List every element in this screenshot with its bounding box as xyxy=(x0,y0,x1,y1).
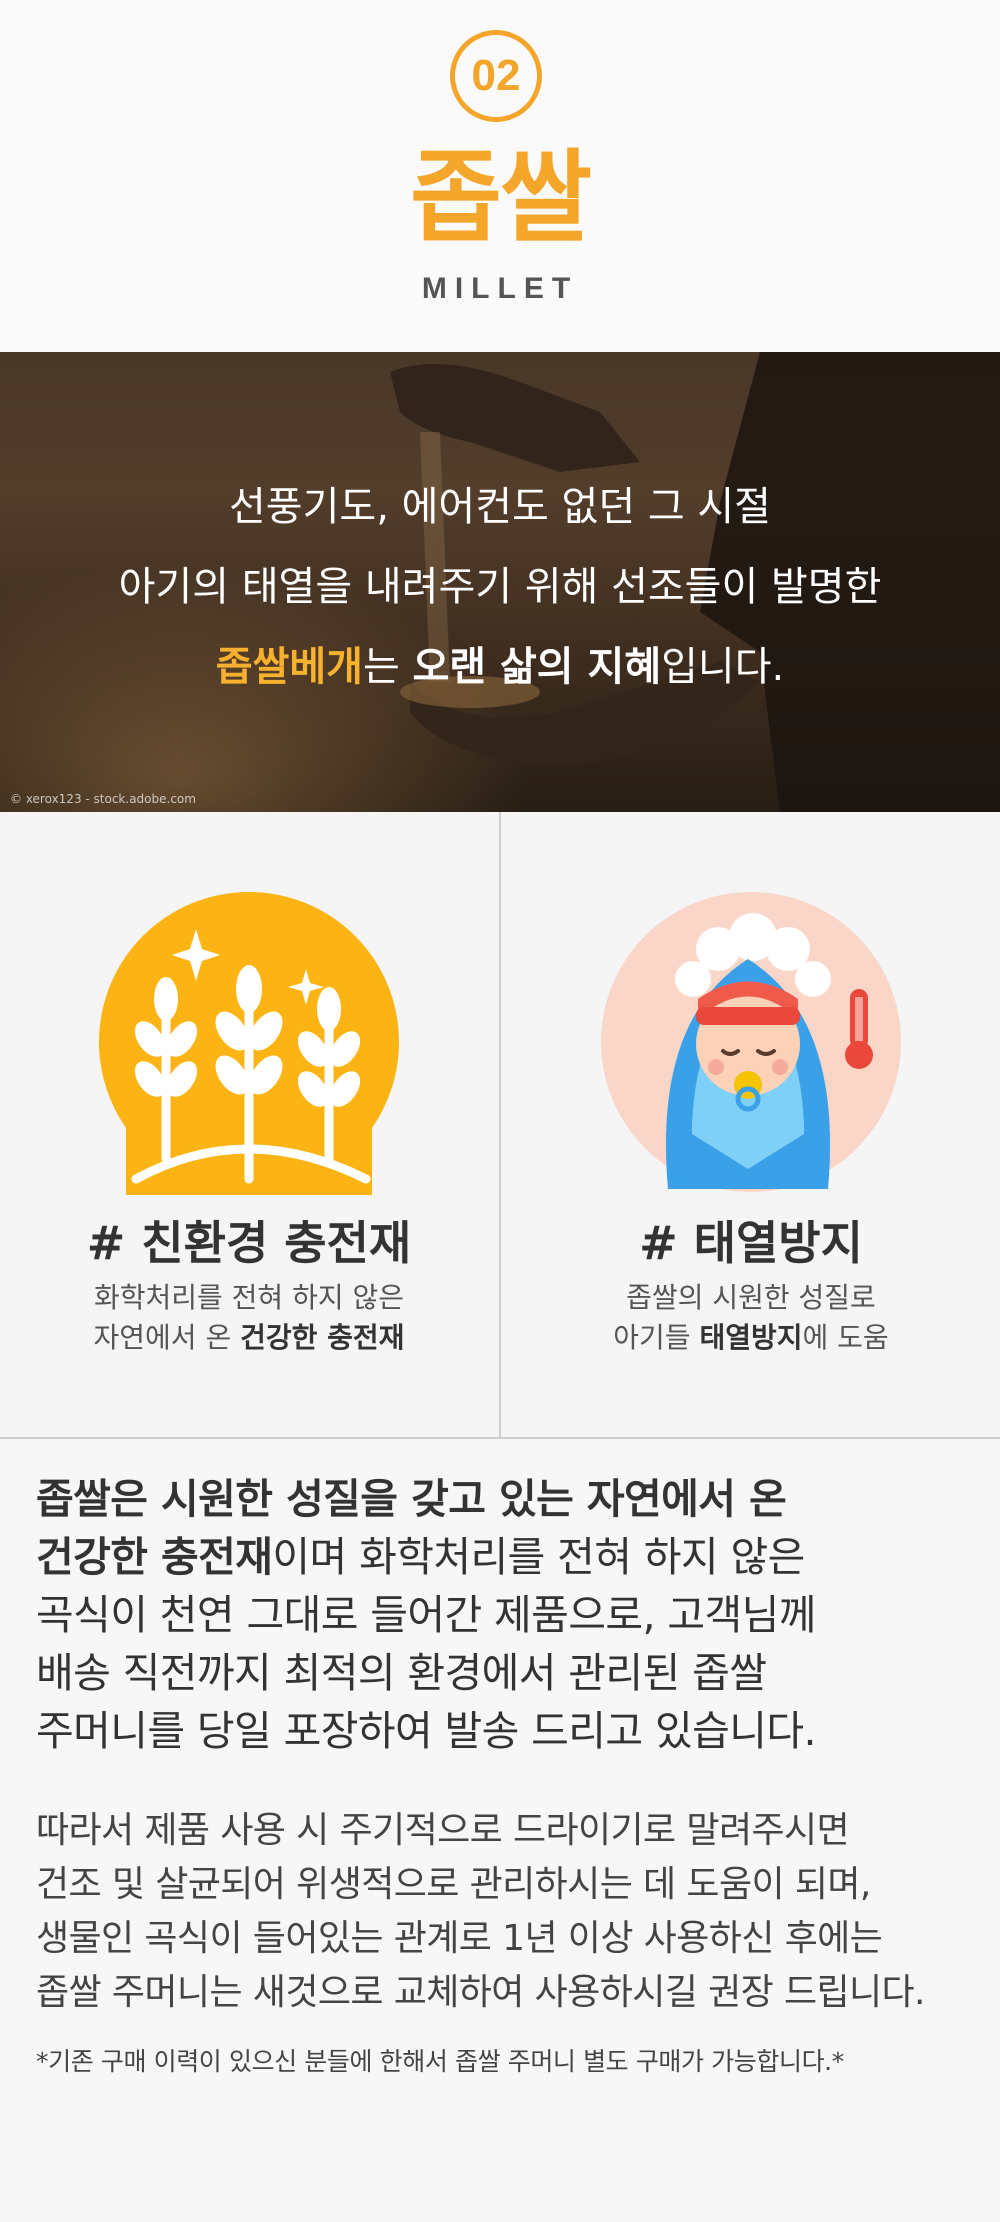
hero-bold: 오랜 삶의 지혜 xyxy=(412,644,662,690)
baby-thermometer-icon xyxy=(601,892,901,1192)
description-paragraph-1: 좁쌀은 시원한 성질을 갖고 있는 자연에서 온 건강한 충전재이며 화학처리를… xyxy=(36,1475,816,1755)
column-divider xyxy=(499,812,501,1437)
description-paragraph-2: 따라서 제품 사용 시 주기적으로 드라이기로 말려주시면 건조 및 살균되어 … xyxy=(36,1810,926,2013)
section-header: 02 좁쌀 MILLET xyxy=(0,0,1000,352)
feature-heat-rash-prevention: # 태열방지 좁쌀의 시원한 성질로 아기들 태열방지에 도움 xyxy=(502,812,1000,1437)
hero-image: 선풍기도, 에어컨도 없던 그 시절 아기의 태열을 내려주기 위해 선조들이 … xyxy=(0,352,1000,812)
hero-caption: 선풍기도, 에어컨도 없던 그 시절 아기의 태열을 내려주기 위해 선조들이 … xyxy=(0,467,1000,707)
hero-highlight: 좁쌀베개 xyxy=(215,644,363,690)
feature-eco-filler: # 친환경 충전재 화학처리를 전혀 하지 않은 자연에서 온 건강한 충전재 xyxy=(0,812,498,1437)
section-number-badge: 02 xyxy=(450,30,542,122)
wheat-icon xyxy=(99,892,399,1195)
section-divider xyxy=(0,1437,1000,1439)
hero-line-2: 아기의 태열을 내려주기 위해 선조들이 발명한 xyxy=(118,564,882,610)
features-grid: # 친환경 충전재 화학처리를 전혀 하지 않은 자연에서 온 건강한 충전재 xyxy=(0,812,1000,1439)
feature-title: # 태열방지 xyxy=(639,1216,863,1270)
hero-line-3: 좁쌀베개는 오랜 삶의 지혜입니다. xyxy=(215,644,785,690)
image-credit: © xerox123 - stock.adobe.com xyxy=(10,792,196,806)
feature-description: 화학처리를 전혀 하지 않은 자연에서 온 건강한 충전재 xyxy=(93,1281,405,1354)
section-number: 02 xyxy=(471,51,521,100)
feature-description: 좁쌀의 시원한 성질로 아기들 태열방지에 도움 xyxy=(613,1281,889,1354)
hero-line-1: 선풍기도, 에어컨도 없던 그 시절 xyxy=(229,484,771,530)
purchase-note: *기존 구매 이력이 있으신 분들에 한해서 좁쌀 주머니 별도 구매가 가능합… xyxy=(36,2047,844,2076)
feature-title: # 친환경 충전재 xyxy=(86,1216,412,1270)
product-description: 좁쌀은 시원한 성질을 갖고 있는 자연에서 온 건강한 충전재이며 화학처리를… xyxy=(36,1470,980,2078)
section-title: 좁쌀 xyxy=(410,139,592,256)
section-subtitle: MILLET xyxy=(421,272,579,305)
